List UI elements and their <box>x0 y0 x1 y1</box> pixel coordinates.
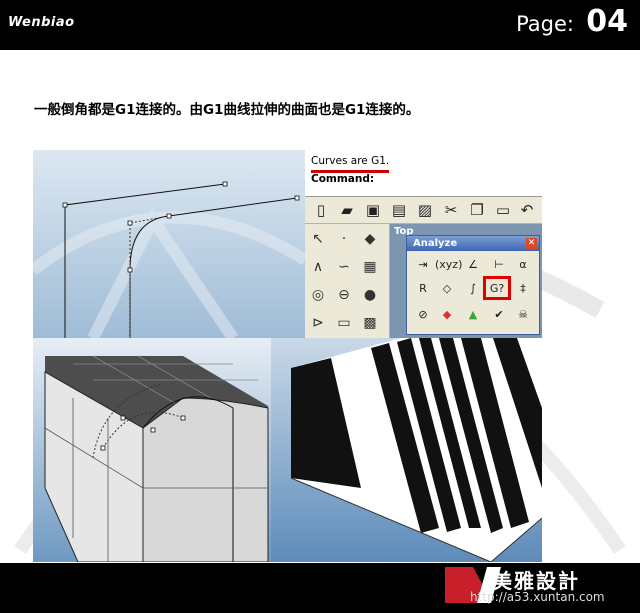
curve-icon[interactable]: ∽ <box>333 256 355 278</box>
new-file-icon[interactable]: ▯ <box>311 200 331 220</box>
distance-icon[interactable]: ⇥ <box>411 254 435 276</box>
page-number: 04 <box>586 4 628 39</box>
deviation-icon[interactable]: ‡ <box>511 278 535 300</box>
undo-icon[interactable]: ↶ <box>517 200 537 220</box>
footer-url[interactable]: http://a53.xuntan.com <box>470 590 605 604</box>
rectangle-icon[interactable]: ▭ <box>333 312 355 334</box>
cut-icon[interactable]: ✂ <box>441 200 461 220</box>
command-output: Curves are G1. <box>311 155 390 167</box>
open-folder-icon[interactable]: ▰ <box>337 200 357 220</box>
brand-name: Wenbiao <box>8 15 75 30</box>
export-icon[interactable]: ▨ <box>415 200 435 220</box>
rhino-ui: Curves are G1. Command: ▯ ▰ ▣ ▤ ▨ ✂ ❐ ▭ … <box>305 150 542 338</box>
analyze-title[interactable]: Analyze <box>407 236 539 251</box>
solid-icon[interactable]: ▦ <box>359 256 381 278</box>
curve-drawing <box>33 181 305 338</box>
print-icon[interactable]: ▤ <box>389 200 409 220</box>
sphere-icon[interactable]: ● <box>359 284 381 306</box>
surface-drawing <box>44 355 269 562</box>
mesh-icon[interactable]: ▩ <box>359 312 381 334</box>
draft-angle-icon[interactable]: ◇ <box>435 278 459 300</box>
select-arrow-icon[interactable]: ↖ <box>307 228 329 250</box>
analyze-toolbar: Analyze ✕ ⇥ (xyz) ∠ ⊢ α R ◇ ∫ G? ‡ ⊘ ◆ ▲… <box>406 235 540 335</box>
length-icon[interactable]: ⊢ <box>487 254 511 276</box>
angle-icon[interactable]: ∠ <box>461 254 485 276</box>
close-icon[interactable]: ✕ <box>526 238 537 249</box>
shaded-surface-view <box>33 338 271 562</box>
ellipse-icon[interactable]: ⊖ <box>333 284 355 306</box>
caption-text: 一般倒角都是G1连接的。由G1曲线拉伸的曲面也是G1连接的。 <box>34 102 420 118</box>
copy-icon[interactable]: ❐ <box>467 200 487 220</box>
arc-icon[interactable]: ⊳ <box>307 312 329 334</box>
xyz-button[interactable]: (xyz) <box>435 254 462 276</box>
curvature-icon[interactable]: α <box>511 254 535 276</box>
circle-icon[interactable]: ◎ <box>307 284 329 306</box>
point-icon[interactable]: · <box>333 228 355 250</box>
standard-toolbar: ▯ ▰ ▣ ▤ ▨ ✂ ❐ ▭ ↶ <box>305 197 542 224</box>
curve-viewport <box>33 150 305 338</box>
radius-icon[interactable]: R <box>411 278 435 300</box>
command-prompt[interactable]: Command: <box>311 173 374 185</box>
surface-icon[interactable]: ◆ <box>359 228 381 250</box>
command-history: Curves are G1. Command: <box>305 150 542 197</box>
save-icon[interactable]: ▣ <box>363 200 383 220</box>
draft-icon[interactable]: ▲ <box>461 304 485 326</box>
paste-icon[interactable]: ▭ <box>493 200 513 220</box>
zebra-analysis-icon[interactable]: ⊘ <box>411 304 435 326</box>
polyline-icon[interactable]: ∧ <box>307 256 329 278</box>
zebra-analysis-view <box>271 338 542 562</box>
emap-icon[interactable]: ◆ <box>435 304 459 326</box>
skull-icon[interactable]: ☠ <box>511 304 535 326</box>
check-icon[interactable]: ✔ <box>487 304 511 326</box>
left-toolbar: ↖ · ◆ ∧ ∽ ▦ ◎ ⊖ ● ⊳ ▭ ▩ <box>305 224 390 338</box>
zebra-drawing <box>290 338 542 562</box>
curvature-graph-icon[interactable]: ∫ <box>461 278 485 300</box>
top-bar: Wenbiao Page: 04 <box>0 0 640 50</box>
page-label: Page: <box>516 12 574 36</box>
continuity-highlight <box>483 276 511 300</box>
